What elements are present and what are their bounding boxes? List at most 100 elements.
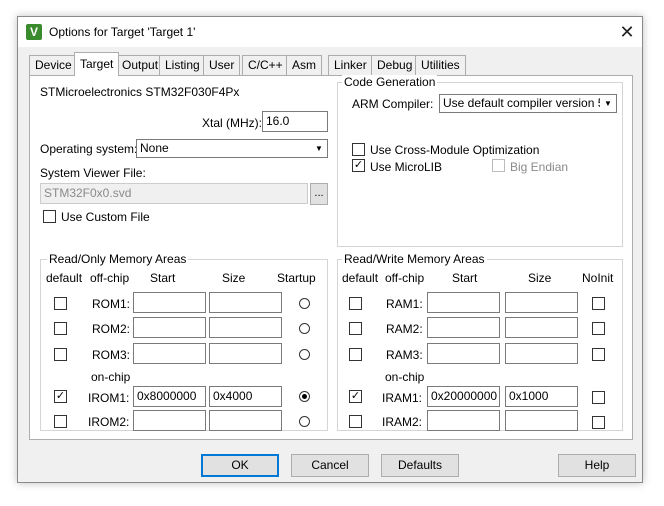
iram2-size-input[interactable] [505,410,578,431]
irom2-default-checkbox[interactable] [54,415,67,428]
ok-button[interactable]: OK [201,454,279,477]
irom1-size-input[interactable]: 0x4000 [209,386,282,407]
help-button[interactable]: Help [558,454,636,477]
big-endian-checkbox[interactable] [492,159,505,172]
rom-header-default: default [46,271,83,285]
xtal-input[interactable]: 16.0 [262,111,328,132]
svf-input[interactable]: STM32F0x0.svd [40,183,308,204]
ram3-label: RAM3: [386,348,423,362]
cancel-button[interactable]: Cancel [291,454,369,477]
device-name: STMicroelectronics STM32F030F4Px [40,85,240,99]
ram1-noinit-checkbox[interactable] [592,297,605,310]
code-generation-group: Code Generation ARM Compiler: Use defaul… [337,75,623,247]
rom-header-startup: Startup [277,271,316,285]
rom3-default-checkbox[interactable] [54,348,67,361]
arm-compiler-select[interactable]: Use default compiler version 5 ▼ [439,94,617,113]
tab-asm[interactable]: Asm [286,55,322,75]
ram1-size-input[interactable] [505,292,578,313]
tab-output[interactable]: Output [116,55,165,75]
tab-c-cpp[interactable]: C/C++ [242,55,289,75]
rom1-default-checkbox[interactable] [54,297,67,310]
ram1-label: RAM1: [386,297,423,311]
irom1-label: IROM1: [88,391,130,405]
tab-device[interactable]: Device [29,55,78,75]
os-label: Operating system: [40,142,138,156]
iram1-size-input[interactable]: 0x1000 [505,386,578,407]
irom2-startup-radio[interactable] [299,416,310,427]
defaults-button[interactable]: Defaults [381,454,459,477]
rom2-start-input[interactable] [133,317,206,338]
iram1-default-checkbox[interactable]: ✓ [349,390,362,403]
keil-app-icon: V [26,24,42,40]
microlib-checkbox[interactable]: ✓ [352,159,365,172]
ram3-noinit-checkbox[interactable] [592,348,605,361]
iram2-start-input[interactable] [427,410,500,431]
tab-target[interactable]: Target [74,52,120,76]
rom3-label: ROM3: [92,348,131,362]
rom-header-offchip: off-chip [90,271,130,285]
rom3-start-input[interactable] [133,343,206,364]
chevron-down-icon: ▼ [600,95,616,112]
ram3-default-checkbox[interactable] [349,348,362,361]
rom-header-start: Start [150,271,176,285]
iram2-noinit-checkbox[interactable] [592,416,605,429]
microlib-label: Use MicroLIB [370,160,443,174]
ram1-default-checkbox[interactable] [349,297,362,310]
tab-user[interactable]: User [203,55,241,75]
rom-areas-title: Read/Only Memory Areas [47,252,189,266]
os-select[interactable]: None ▼ [136,139,328,158]
rom1-label: ROM1: [92,297,131,311]
options-dialog: V Options for Target 'Target 1' ✕ Device… [17,16,643,483]
rom3-startup-radio[interactable] [299,349,310,360]
rom3-size-input[interactable] [209,343,282,364]
iram1-noinit-checkbox[interactable] [592,391,605,404]
ram1-start-input[interactable] [427,292,500,313]
iram2-default-checkbox[interactable] [349,415,362,428]
iram1-label: IRAM1: [382,391,423,405]
irom2-start-input[interactable] [133,410,206,431]
rom-onchip-label: on-chip [91,370,131,384]
svf-browse-button[interactable]: ... [310,183,328,205]
rom1-start-input[interactable] [133,292,206,313]
code-generation-title: Code Generation [342,75,438,89]
rom2-size-input[interactable] [209,317,282,338]
tab-linker[interactable]: Linker [328,55,373,75]
ram-header-size: Size [528,271,552,285]
cross-module-checkbox[interactable] [352,143,365,156]
rom-header-size: Size [222,271,246,285]
irom2-size-input[interactable] [209,410,282,431]
irom1-startup-radio[interactable] [299,391,310,402]
ram-areas-group: Read/Write Memory Areas default off-chip… [337,252,623,431]
rom1-startup-radio[interactable] [299,298,310,309]
dialog-title: Options for Target 'Target 1' [49,25,196,39]
ram2-noinit-checkbox[interactable] [592,322,605,335]
ram2-default-checkbox[interactable] [349,322,362,335]
ram2-label: RAM2: [386,322,423,336]
irom2-label: IROM2: [88,415,130,429]
os-select-value: None [140,141,169,155]
title-bar: V Options for Target 'Target 1' ✕ [18,17,642,47]
close-icon[interactable]: ✕ [612,17,642,47]
ram-onchip-label: on-chip [385,370,425,384]
rom2-default-checkbox[interactable] [54,322,67,335]
irom1-default-checkbox[interactable]: ✓ [54,390,67,403]
tab-listing[interactable]: Listing [159,55,206,75]
iram2-label: IRAM2: [382,415,423,429]
ram2-start-input[interactable] [427,317,500,338]
ram-header-start: Start [452,271,478,285]
ram-header-noinit: NoInit [582,271,614,285]
xtal-label: Xtal (MHz): [202,116,262,130]
rom-areas-group: Read/Only Memory Areas default off-chip … [40,252,328,431]
rom2-startup-radio[interactable] [299,323,310,334]
irom1-start-input[interactable]: 0x8000000 [133,386,206,407]
use-custom-file-checkbox[interactable] [43,210,56,223]
tab-utilities[interactable]: Utilities [415,55,466,75]
tab-debug[interactable]: Debug [371,55,419,75]
rom2-label: ROM2: [92,322,131,336]
ram2-size-input[interactable] [505,317,578,338]
ram3-size-input[interactable] [505,343,578,364]
ram3-start-input[interactable] [427,343,500,364]
arm-compiler-value: Use default compiler version 5 [443,96,605,110]
rom1-size-input[interactable] [209,292,282,313]
iram1-start-input[interactable]: 0x20000000 [427,386,500,407]
